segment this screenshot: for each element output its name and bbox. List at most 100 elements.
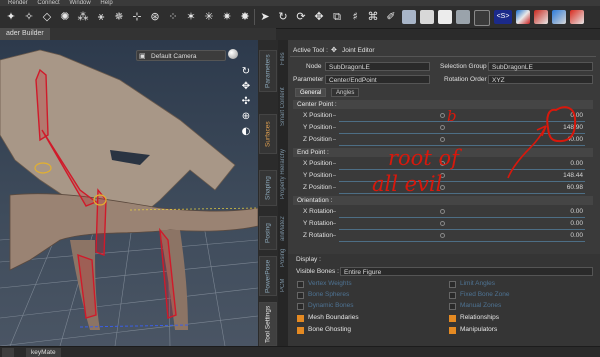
grid-select-icon[interactable]: ⁘: [166, 10, 180, 24]
visible-bones-select[interactable]: Entire Figure: [340, 267, 593, 276]
figure-icon[interactable]: [402, 10, 416, 24]
magic-wand-icon[interactable]: ✺: [58, 10, 72, 24]
x-rotation[interactable]: X Rotation 0.00: [293, 206, 593, 218]
render-window-icon[interactable]: [456, 10, 470, 24]
slider-knob[interactable]: [440, 221, 445, 226]
center-y-position[interactable]: Y Position 148.90: [293, 122, 593, 134]
tab-property-hierarchy[interactable]: Property Hierarchy: [278, 138, 288, 210]
tool-b-icon[interactable]: [534, 10, 548, 24]
script-icon[interactable]: <S>: [494, 10, 512, 24]
slider-knob[interactable]: [440, 113, 445, 118]
region-icon[interactable]: ⊛: [148, 10, 162, 24]
sparkle-icon[interactable]: ⁂: [76, 10, 90, 24]
tab-tool-settings[interactable]: Tool Settings: [259, 302, 277, 346]
tab-shaping[interactable]: Shaping: [259, 170, 277, 206]
tab-powerpose[interactable]: PowerPose: [259, 256, 277, 296]
tab-posing[interactable]: Posing: [259, 216, 277, 250]
mesh-boundaries-checkbox[interactable]: [297, 315, 304, 322]
limit-angles-checkbox[interactable]: [449, 281, 456, 288]
select-arrow-icon[interactable]: ➤: [258, 10, 272, 24]
transform-icon[interactable]: ✵: [112, 10, 126, 24]
end-y-position[interactable]: Y Position 148.44: [293, 170, 593, 182]
translate-icon[interactable]: ⟳: [294, 10, 308, 24]
tab-pcm[interactable]: PCM: [278, 272, 288, 298]
spot-render-icon[interactable]: ✦: [4, 10, 18, 24]
slider-knob[interactable]: [440, 125, 445, 130]
slider-track[interactable]: [339, 241, 585, 242]
scale-icon[interactable]: ⧉: [330, 10, 344, 24]
tab-files[interactable]: Files: [278, 46, 288, 72]
geometry-icon[interactable]: [420, 10, 434, 24]
manipulators-label: Manipulators: [460, 326, 498, 333]
frame-icon[interactable]: ◐: [240, 126, 252, 138]
dash: [333, 163, 336, 164]
dolly-icon[interactable]: ✣: [240, 96, 252, 108]
orbit-icon[interactable]: ↻: [240, 66, 252, 78]
point-light-icon[interactable]: ◇: [40, 10, 54, 24]
property-label: Y Position: [303, 124, 333, 131]
camera-icon: ▣: [139, 53, 146, 60]
orientation-group[interactable]: Orientation :: [293, 196, 593, 205]
move-icon[interactable]: ✥: [312, 10, 326, 24]
parameter-select[interactable]: Center/EndPoint: [325, 75, 430, 84]
manipulators-checkbox[interactable]: [449, 327, 456, 334]
pin-icon[interactable]: ⊹: [130, 10, 144, 24]
joint-editor-icon[interactable]: ♯: [348, 10, 362, 24]
star-select-icon[interactable]: ✶: [184, 10, 198, 24]
fixed-bone-zone-checkbox[interactable]: [449, 292, 456, 299]
tab-surfaces[interactable]: Surfaces: [259, 114, 277, 154]
tab-animate2[interactable]: aniMate2: [278, 214, 288, 244]
rotation-order-select[interactable]: XYZ: [488, 75, 593, 84]
grid-icon[interactable]: [438, 10, 452, 24]
end-z-position[interactable]: Z Position 60.98: [293, 182, 593, 194]
selection-group-select[interactable]: SubDragonLE: [488, 62, 593, 71]
tab-smart-content[interactable]: Smart Content: [278, 80, 288, 134]
tab-general[interactable]: General: [295, 88, 327, 97]
fixed-bone-zone-label: Fixed Bone Zone: [460, 291, 510, 298]
light-tool-icon[interactable]: ✷: [220, 10, 234, 24]
dynamic-bones-checkbox[interactable]: [297, 303, 304, 310]
tab-shader-builder[interactable]: ader Builder: [0, 28, 50, 40]
slider-knob[interactable]: [440, 233, 445, 238]
joint-editor-small-icon: ✥: [331, 46, 337, 54]
node-select[interactable]: SubDragonLE: [325, 62, 430, 71]
pivot-icon[interactable]: ✸: [238, 10, 252, 24]
tool-d-icon[interactable]: [570, 10, 584, 24]
light-icon[interactable]: ✧: [22, 10, 36, 24]
property-label: Y Rotation: [303, 220, 334, 227]
bone-spheres-checkbox[interactable]: [297, 292, 304, 299]
zoom-icon[interactable]: ⊕: [240, 111, 252, 123]
viewport[interactable]: ▣ Default Camera ↻ ✥ ✣ ⊕ ◐: [0, 40, 258, 346]
paint-brush-icon[interactable]: ✐: [384, 10, 398, 24]
preview-icon[interactable]: [474, 10, 490, 26]
annotation-letter: b: [447, 107, 457, 125]
tab-parameters[interactable]: Parameters: [259, 50, 277, 92]
y-rotation[interactable]: Y Rotation 0.00: [293, 218, 593, 230]
bone-icon[interactable]: ✳: [202, 10, 216, 24]
property-label: X Rotation: [303, 208, 334, 215]
relationships-checkbox[interactable]: [449, 315, 456, 322]
property-label: Z Rotation: [303, 232, 333, 239]
center-x-position[interactable]: X Position 0.00: [293, 110, 593, 122]
center-point-group[interactable]: Center Point :: [293, 100, 593, 109]
tool-c-icon[interactable]: [552, 10, 566, 24]
manual-zones-checkbox[interactable]: [449, 303, 456, 310]
vertex-weights-checkbox[interactable]: [297, 281, 304, 288]
rotate-icon[interactable]: ↻: [276, 10, 290, 24]
center-z-position[interactable]: Z Position 40.00: [293, 134, 593, 146]
z-rotation[interactable]: Z Rotation 0.00: [293, 230, 593, 242]
bone-ghosting-checkbox[interactable]: [297, 327, 304, 334]
node-tool-icon[interactable]: ⚹: [94, 10, 108, 24]
paint-icon[interactable]: ⌘: [366, 10, 380, 24]
tool-a-icon[interactable]: [516, 10, 530, 24]
active-tool-label: Active Tool :: [293, 47, 328, 54]
pan-icon[interactable]: ✥: [240, 81, 252, 93]
slider-knob[interactable]: [440, 209, 445, 214]
slider-knob[interactable]: [440, 137, 445, 142]
tab-posing-secondary[interactable]: Posing: [278, 246, 288, 270]
selection-group-label: Selection Group :: [440, 63, 491, 70]
slider-track[interactable]: [339, 145, 585, 146]
view-sphere-icon[interactable]: [228, 49, 238, 59]
camera-select[interactable]: ▣ Default Camera: [136, 50, 226, 61]
tab-angles[interactable]: Angles: [331, 88, 360, 97]
